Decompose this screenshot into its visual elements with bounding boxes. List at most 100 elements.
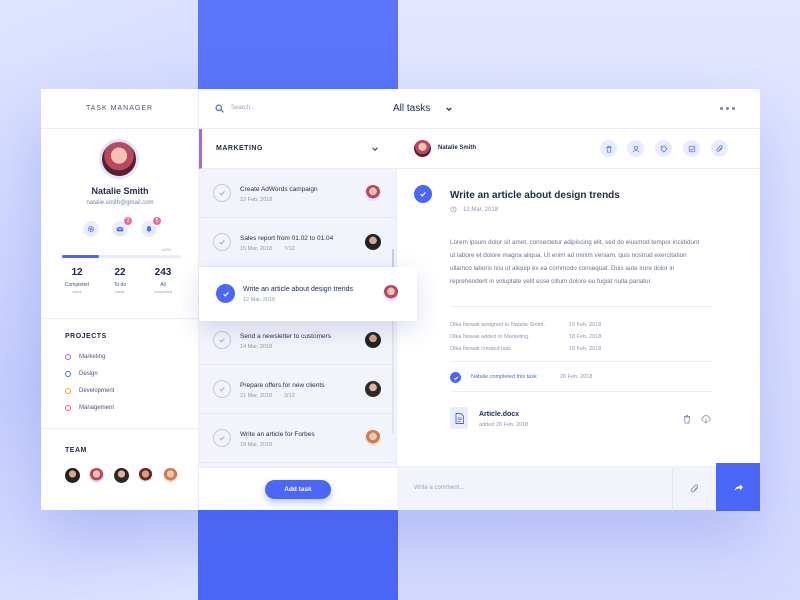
project-item-management[interactable]: Management <box>65 405 114 411</box>
team-avatar[interactable] <box>114 468 129 483</box>
delete-task-button[interactable] <box>600 140 617 157</box>
task-title: Prepare offers for new clients <box>240 382 325 389</box>
team-avatar[interactable] <box>163 468 178 483</box>
task-item[interactable]: Write an article for Forbes 18 Mar, 2018 <box>199 415 397 463</box>
project-item-design[interactable]: Design <box>65 371 98 377</box>
activity-item: Olka Nowak added to Marketing. 18 Feb, 20… <box>450 334 601 340</box>
stat-sublabel: tasks <box>72 289 82 294</box>
document-icon[interactable] <box>450 407 468 429</box>
task-item[interactable]: Sales report from 01.02 to 01.04 15 Mar,… <box>199 219 397 267</box>
attach-file-button[interactable] <box>672 467 716 511</box>
task-item[interactable]: Send a newsletter to customers 14 Mar, 2… <box>199 317 397 365</box>
project-dot <box>65 405 71 411</box>
task-item[interactable]: Prepare offers for new clients 21 Mar, 2… <box>199 366 397 414</box>
progress-bar <box>62 255 181 258</box>
task-detail-title: Write an article about design trends <box>450 190 620 201</box>
file-icon <box>455 412 464 424</box>
check-icon <box>219 240 225 245</box>
check-icon <box>219 387 225 392</box>
task-checkbox[interactable] <box>213 184 231 202</box>
team-avatar[interactable] <box>89 468 104 483</box>
user-email: natalie.smith@gmail.com <box>86 200 154 206</box>
task-date: 12 Mar, 2018 <box>243 297 276 303</box>
add-task-button[interactable]: Add task <box>265 480 331 499</box>
trash-icon[interactable] <box>682 414 692 424</box>
attach-button[interactable] <box>711 140 728 157</box>
assignee-avatar[interactable] <box>414 140 431 157</box>
tag-icon <box>660 145 668 153</box>
project-item-development[interactable]: Development <box>65 388 114 394</box>
messages-button[interactable]: 2 <box>112 217 132 237</box>
task-avatar[interactable] <box>365 332 381 348</box>
chevron-down-icon[interactable] <box>371 145 379 153</box>
group-header-marketing[interactable]: MARKETING <box>199 129 397 169</box>
task-avatar[interactable] <box>365 185 381 201</box>
user-avatar[interactable] <box>99 139 139 179</box>
comment-input[interactable]: Write a comment... <box>414 485 464 491</box>
team-title: TEAM <box>65 447 87 454</box>
divider <box>450 391 713 392</box>
task-checkbox[interactable] <box>213 429 231 447</box>
sidebar: TASK MANAGER Natalie Smith natalie.smith… <box>41 89 199 510</box>
activity-text: Olka Nowak assigned to Natalie Smith. <box>450 322 546 328</box>
stat-label: To do <box>113 282 127 288</box>
filter-label: All tasks <box>393 103 431 114</box>
completed-icon <box>450 372 461 383</box>
task-date: 22 Feb, 2018 <box>240 197 273 203</box>
task-title: Sales report from 01.02 to 01.04 <box>240 235 334 242</box>
filter-dropdown[interactable]: All tasks <box>393 103 452 114</box>
project-item-marketing[interactable]: Marketing <box>65 354 105 360</box>
divider <box>41 428 199 429</box>
search-input[interactable]: Search... <box>231 105 255 111</box>
project-label: Management <box>79 405 115 411</box>
dot <box>726 107 729 110</box>
task-date: 18 Mar, 2018 <box>240 442 273 448</box>
assign-user-button[interactable] <box>627 140 644 157</box>
task-item[interactable]: Create AdWords campaign 22 Feb, 2018 <box>199 170 397 218</box>
team-avatar[interactable] <box>138 468 153 483</box>
task-date: 21 Mar, 2018 <box>240 393 273 399</box>
search-bar[interactable]: Search... <box>199 89 397 129</box>
check-icon <box>219 338 225 343</box>
search-icon <box>215 104 224 113</box>
paperclip-icon <box>716 144 722 152</box>
more-options-button[interactable] <box>720 107 735 110</box>
divider <box>41 318 199 319</box>
file-date: added 26 Feb, 2018 <box>479 422 529 428</box>
checklist-button[interactable] <box>683 140 700 157</box>
tag-button[interactable] <box>655 140 672 157</box>
task-avatar[interactable] <box>365 381 381 397</box>
group-title: MARKETING <box>216 145 263 152</box>
completed-date: 26 Feb, 2018 <box>560 374 593 380</box>
activity-item: Olka Nowak created task. 18 Feb, 2018 <box>450 346 601 352</box>
divider <box>450 361 713 362</box>
task-checkbox[interactable] <box>216 284 235 303</box>
settings-button[interactable] <box>83 221 99 237</box>
detail-header: Natalie Smith <box>397 129 760 169</box>
send-button[interactable] <box>716 463 760 511</box>
task-title: Write an article for Forbes <box>240 431 315 438</box>
task-avatar[interactable] <box>365 234 381 250</box>
task-complete-checkbox[interactable] <box>414 185 432 203</box>
clock-icon <box>450 206 457 213</box>
task-avatar[interactable] <box>383 285 399 301</box>
gear-icon <box>87 225 95 233</box>
team-avatar[interactable] <box>65 468 80 483</box>
task-subtasks: 3/12 <box>284 393 295 399</box>
task-item-selected[interactable]: Write an article about design trends 12 … <box>199 267 417 321</box>
assignee-name: Natalie Smith <box>438 145 477 151</box>
activity-text: Olka Nowak created task. <box>450 346 513 352</box>
project-dot <box>65 388 71 394</box>
stat-value: 243 <box>154 267 172 278</box>
notifications-button[interactable]: 5 <box>141 217 161 237</box>
task-checkbox[interactable] <box>213 233 231 251</box>
task-avatar[interactable] <box>365 430 381 446</box>
check-icon <box>453 375 458 380</box>
task-checkbox[interactable] <box>213 380 231 398</box>
project-label: Design <box>79 371 98 377</box>
file-name[interactable]: Article.docx <box>479 411 519 418</box>
stat-sublabel: tasks <box>115 289 125 294</box>
task-checkbox[interactable] <box>213 331 231 349</box>
progress-fill <box>62 255 99 258</box>
download-cloud-icon[interactable] <box>701 414 711 424</box>
